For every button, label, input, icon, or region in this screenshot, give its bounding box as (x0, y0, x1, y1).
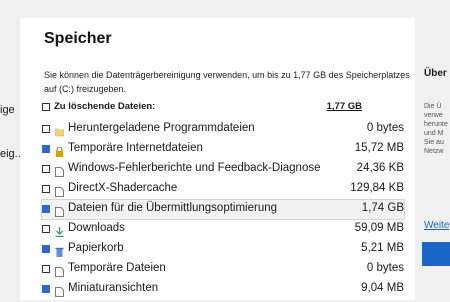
file-checkbox[interactable] (42, 125, 50, 133)
files-to-delete-header: Zu löschende Dateien: 1,77 GB (42, 101, 362, 115)
header-checkbox[interactable] (42, 103, 50, 111)
file-row[interactable]: Heruntergeladene Programmdateien 0 bytes (42, 120, 404, 139)
sidebar: ige eig... (0, 0, 24, 300)
lock-icon (55, 144, 64, 157)
file-icon (55, 264, 64, 277)
file-row[interactable]: DirectX-Shadercache 129,84 KB (42, 180, 404, 199)
file-size: 0 bytes (366, 122, 404, 134)
download-icon (55, 224, 64, 238)
file-row[interactable]: Windows-Fehlerberichte und Feedback-Diag… (42, 160, 404, 179)
file-row[interactable]: Temporäre Dateien 0 bytes (42, 260, 404, 279)
folder-icon (54, 124, 65, 137)
file-icon (55, 284, 64, 297)
file-icon (55, 164, 64, 177)
file-label: Windows-Fehlerberichte und Feedback-Diag… (68, 162, 321, 174)
total-size: 1,77 GB (326, 101, 362, 112)
file-checkbox[interactable] (42, 165, 50, 173)
page-title: Speicher (44, 30, 112, 47)
file-size: 59,09 MB (354, 222, 404, 234)
file-checkbox[interactable] (42, 285, 50, 293)
file-checkbox[interactable] (42, 145, 50, 153)
file-label: Temporäre Internetdateien (68, 142, 203, 154)
right-info-panel: Über Die Ü verwe herunte und M Sie au Ne… (418, 62, 450, 300)
file-label: Heruntergeladene Programmdateien (68, 122, 255, 134)
file-checkbox[interactable] (42, 205, 50, 213)
file-icon (55, 204, 64, 217)
file-row[interactable]: Papierkorb 5,21 MB (42, 240, 404, 259)
file-row[interactable]: Downloads 59,09 MB (42, 220, 404, 239)
file-checkbox[interactable] (42, 225, 50, 233)
info-title: Über (424, 68, 447, 79)
file-label: DirectX-Shadercache (68, 182, 178, 194)
file-row[interactable]: Dateien für die Übermittlungsoptimierung… (41, 199, 405, 220)
info-description: Die Ü verwe herunte und M Sie au Netzw (424, 103, 448, 155)
file-size: 0 bytes (366, 262, 404, 274)
file-label: Dateien für die Übermittlungsoptimierung (68, 202, 278, 214)
file-label: Temporäre Dateien (68, 262, 166, 274)
action-button[interactable] (422, 242, 450, 266)
file-size: 15,72 MB (354, 142, 404, 154)
file-icon (55, 184, 64, 197)
file-checkbox[interactable] (42, 185, 50, 193)
file-row[interactable]: Miniaturansichten 9,04 MB (42, 280, 404, 299)
file-row[interactable]: Temporäre Internetdateien 15,72 MB (42, 140, 404, 159)
cleanup-description: Sie können die Datenträgerbereinigung ve… (44, 70, 410, 94)
file-size: 5,21 MB (361, 242, 404, 254)
file-label: Miniaturansichten (68, 282, 159, 294)
disk-cleanup-panel: Speicher Sie können die Datenträgerberei… (20, 18, 415, 300)
file-size: 129,84 KB (350, 182, 404, 194)
sidebar-item-label[interactable]: ige (0, 104, 15, 116)
file-size: 24,36 KB (356, 162, 404, 174)
recycle-bin-icon (55, 244, 64, 257)
more-link[interactable]: Weite (424, 220, 449, 231)
file-label: Papierkorb (68, 242, 124, 254)
file-checkbox[interactable] (42, 245, 50, 253)
file-size: 1,74 GB (361, 202, 404, 214)
file-size: 9,04 MB (361, 282, 404, 294)
file-checkbox[interactable] (42, 265, 50, 273)
file-label: Downloads (68, 222, 125, 234)
files-to-delete-label: Zu löschende Dateien: (54, 101, 156, 112)
